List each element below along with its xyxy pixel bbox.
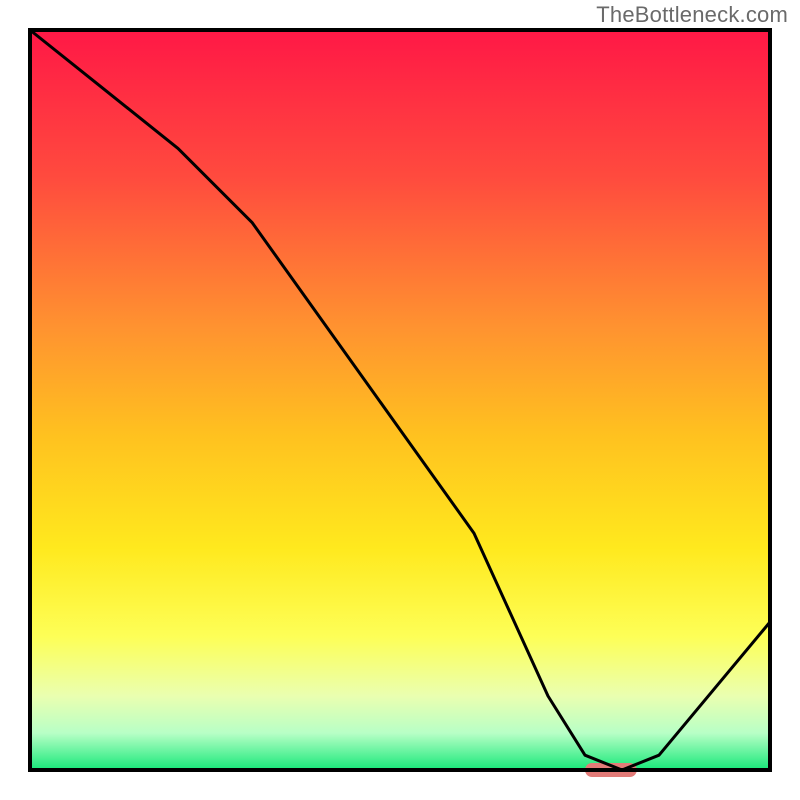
chart-container: TheBottleneck.com [0, 0, 800, 800]
plot-background [30, 30, 770, 770]
chart-svg [0, 0, 800, 800]
watermark-text: TheBottleneck.com [596, 2, 788, 28]
